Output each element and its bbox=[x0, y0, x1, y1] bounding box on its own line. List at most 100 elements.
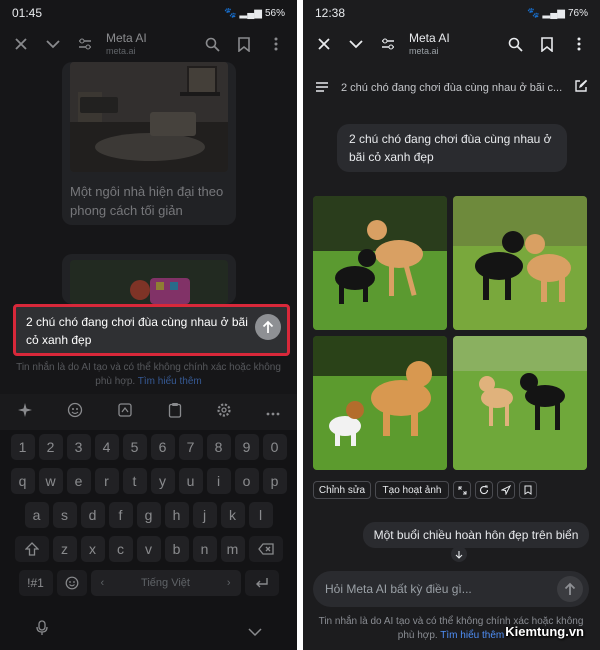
key-7[interactable]: 7 bbox=[178, 434, 203, 460]
enter-key[interactable] bbox=[244, 570, 279, 596]
learn-more-link[interactable]: Tìm hiểu thêm bbox=[138, 376, 202, 387]
gear-icon[interactable] bbox=[216, 402, 232, 423]
search-icon[interactable] bbox=[199, 31, 225, 57]
key-k[interactable]: k bbox=[220, 502, 245, 528]
keyboard-letters-bottom: zxcvbnm bbox=[52, 536, 245, 562]
keyboard-toolbar bbox=[0, 394, 297, 430]
emoji-icon[interactable] bbox=[67, 402, 83, 423]
share-icon[interactable] bbox=[497, 481, 515, 499]
browser-topbar: Meta AI meta.ai bbox=[303, 26, 600, 62]
close-icon[interactable] bbox=[8, 31, 34, 57]
refresh-icon[interactable] bbox=[475, 481, 493, 499]
signal-icon: ▂▄▆ bbox=[542, 7, 565, 19]
key-u[interactable]: u bbox=[178, 468, 203, 494]
onscreen-keyboard: 1234567890 qwertyuiop asdfghjkl zxcvbnm … bbox=[0, 430, 297, 650]
scroll-down-icon[interactable] bbox=[451, 546, 467, 562]
site-title: Meta AI bbox=[106, 30, 147, 45]
generated-image-1[interactable] bbox=[313, 196, 447, 330]
clipboard-icon[interactable] bbox=[168, 402, 182, 423]
key-p[interactable]: p bbox=[262, 468, 287, 494]
key-9[interactable]: 9 bbox=[234, 434, 259, 460]
message-input-placeholder: Hỏi Meta AI bất kỳ điều gì... bbox=[325, 582, 472, 596]
send-button[interactable] bbox=[255, 314, 281, 340]
key-8[interactable]: 8 bbox=[206, 434, 231, 460]
chevron-down-icon[interactable] bbox=[343, 31, 369, 57]
expand-icon[interactable] bbox=[453, 481, 471, 499]
space-key[interactable]: ‹ Tiếng Việt › bbox=[90, 570, 241, 596]
suggestion-chip[interactable]: Một buổi chiều hoàn hôn đẹp trên biển bbox=[363, 522, 589, 548]
site-settings-icon[interactable] bbox=[375, 31, 401, 57]
chevron-right-icon: › bbox=[226, 577, 231, 589]
site-url: meta.ai bbox=[409, 45, 439, 56]
more-vert-icon[interactable] bbox=[566, 31, 592, 57]
generated-image-4[interactable] bbox=[453, 336, 587, 470]
bookmark-icon[interactable] bbox=[231, 31, 257, 57]
backspace-key[interactable] bbox=[248, 536, 283, 562]
status-bar: 01:45 🐾 ▂▄▆ 56% bbox=[0, 0, 297, 26]
site-settings-icon[interactable] bbox=[72, 31, 98, 57]
prompt-text: 2 chú chó đang chơi đùa cùng nhau ở bãi … bbox=[26, 315, 248, 347]
more-vert-icon[interactable] bbox=[263, 31, 289, 57]
key-e[interactable]: e bbox=[66, 468, 91, 494]
send-button[interactable] bbox=[557, 576, 583, 602]
space-label: Tiếng Việt bbox=[141, 577, 190, 589]
keyboard-row-bottom: zxcvbnm bbox=[0, 536, 297, 562]
more-horiz-icon[interactable] bbox=[266, 403, 280, 421]
key-q[interactable]: q bbox=[10, 468, 35, 494]
key-4[interactable]: 4 bbox=[94, 434, 119, 460]
previous-image-card-2[interactable] bbox=[62, 254, 236, 304]
key-i[interactable]: i bbox=[206, 468, 231, 494]
key-a[interactable]: a bbox=[24, 502, 49, 528]
room-image bbox=[70, 62, 228, 172]
learn-more-link[interactable]: Tìm hiểu thêm bbox=[440, 630, 504, 641]
generated-image-2[interactable] bbox=[453, 196, 587, 330]
key-l[interactable]: l bbox=[248, 502, 273, 528]
key-m[interactable]: m bbox=[220, 536, 245, 562]
key-6[interactable]: 6 bbox=[150, 434, 175, 460]
chevron-down-icon[interactable] bbox=[40, 31, 66, 57]
key-g[interactable]: g bbox=[136, 502, 161, 528]
close-icon[interactable] bbox=[311, 31, 337, 57]
key-s[interactable]: s bbox=[52, 502, 77, 528]
key-5[interactable]: 5 bbox=[122, 434, 147, 460]
symbols-key[interactable]: !#1 bbox=[18, 570, 53, 596]
key-n[interactable]: n bbox=[192, 536, 217, 562]
key-x[interactable]: x bbox=[80, 536, 105, 562]
save-icon[interactable] bbox=[519, 481, 537, 499]
key-j[interactable]: j bbox=[192, 502, 217, 528]
sticker-icon[interactable] bbox=[117, 402, 133, 423]
key-t[interactable]: t bbox=[122, 468, 147, 494]
key-c[interactable]: c bbox=[108, 536, 133, 562]
key-f[interactable]: f bbox=[108, 502, 133, 528]
key-z[interactable]: z bbox=[52, 536, 77, 562]
key-y[interactable]: y bbox=[150, 468, 175, 494]
edit-button[interactable]: Chỉnh sửa bbox=[313, 481, 371, 499]
battery-percent: 76% bbox=[567, 7, 588, 19]
key-0[interactable]: 0 bbox=[262, 434, 287, 460]
key-r[interactable]: r bbox=[94, 468, 119, 494]
prompt-input-highlighted[interactable]: 2 chú chó đang chơi đùa cùng nhau ở bãi … bbox=[13, 304, 290, 356]
key-v[interactable]: v bbox=[136, 536, 161, 562]
mic-icon[interactable] bbox=[36, 620, 48, 641]
keyboard-hide-icon[interactable] bbox=[248, 624, 262, 642]
sparkle-icon[interactable] bbox=[17, 402, 33, 423]
status-icons: 🐾 ▂▄▆ 56% bbox=[224, 8, 285, 19]
key-2[interactable]: 2 bbox=[38, 434, 63, 460]
bookmark-icon[interactable] bbox=[534, 31, 560, 57]
emoji-key[interactable] bbox=[56, 570, 87, 596]
previous-image-card[interactable]: Một ngôi nhà hiện đại theo phong cách tố… bbox=[62, 62, 236, 225]
new-chat-icon[interactable] bbox=[574, 79, 588, 98]
key-w[interactable]: w bbox=[38, 468, 63, 494]
key-o[interactable]: o bbox=[234, 468, 259, 494]
menu-icon[interactable] bbox=[315, 79, 329, 97]
generated-image-3[interactable] bbox=[313, 336, 447, 470]
search-icon[interactable] bbox=[502, 31, 528, 57]
key-h[interactable]: h bbox=[164, 502, 189, 528]
shift-key[interactable] bbox=[14, 536, 49, 562]
key-3[interactable]: 3 bbox=[66, 434, 91, 460]
animate-button[interactable]: Tạo hoạt ảnh bbox=[375, 481, 449, 499]
key-b[interactable]: b bbox=[164, 536, 189, 562]
key-d[interactable]: d bbox=[80, 502, 105, 528]
message-input[interactable]: Hỏi Meta AI bất kỳ điều gì... bbox=[313, 571, 589, 607]
key-1[interactable]: 1 bbox=[10, 434, 35, 460]
